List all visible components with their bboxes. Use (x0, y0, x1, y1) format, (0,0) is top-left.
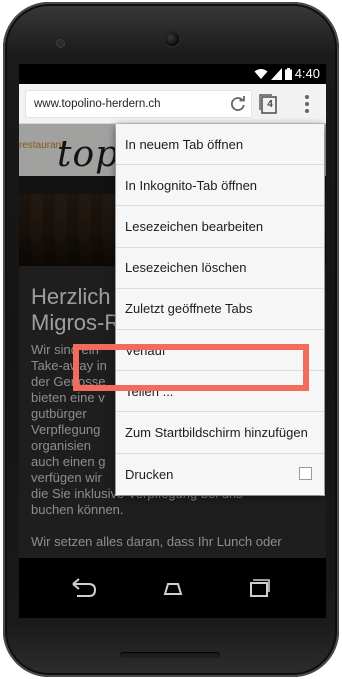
menu-item-label: Drucken (125, 466, 174, 482)
url-bar[interactable]: www.topolino-herdern.ch (25, 90, 252, 118)
tab-switcher-icon[interactable]: 4 (258, 93, 278, 115)
battery-icon (284, 68, 292, 80)
menu-item-label: Zum Startbildschirm hinzufügen (125, 424, 308, 440)
print-checkbox[interactable] (299, 466, 312, 480)
menu-item-delete-bookmark[interactable]: Lesezeichen löschen (116, 248, 324, 289)
highlight-box (73, 344, 309, 391)
screen: 4:40 www.topolino-herdern.ch 4 restauran… (19, 64, 326, 618)
signal-icon (270, 68, 282, 80)
home-icon[interactable] (155, 574, 191, 602)
front-camera (165, 32, 179, 46)
back-icon[interactable] (65, 574, 101, 602)
menu-item-incognito-tab[interactable]: In Inkognito-Tab öffnen (116, 165, 324, 207)
menu-item-edit-bookmark[interactable]: Lesezeichen bearbeiten (116, 206, 324, 248)
menu-item-label: In neuem Tab öffnen (125, 136, 244, 152)
menu-item-print[interactable]: Drucken (116, 454, 324, 495)
url-text: www.topolino-herdern.ch (34, 98, 161, 110)
menu-item-new-tab[interactable]: In neuem Tab öffnen (116, 124, 324, 166)
browser-toolbar: www.topolino-herdern.ch 4 (19, 84, 326, 124)
overflow-menu: In neuem Tab öffnen In Inkognito-Tab öff… (116, 124, 324, 495)
tab-count: 4 (267, 99, 273, 110)
status-bar: 4:40 (19, 64, 326, 84)
overflow-menu-icon[interactable] (301, 94, 313, 114)
menu-item-add-to-homescreen[interactable]: Zum Startbildschirm hinzufügen (116, 412, 324, 454)
menu-item-recent-tabs[interactable]: Zuletzt geöffnete Tabs (116, 289, 324, 330)
speaker-grille (120, 652, 220, 658)
phone-device: 4:40 www.topolino-herdern.ch 4 restauran… (0, 0, 342, 679)
wifi-icon (254, 69, 268, 79)
navigation-bar (19, 558, 326, 618)
status-time: 4:40 (294, 66, 320, 81)
menu-item-label: Lesezeichen löschen (125, 260, 247, 276)
reload-icon[interactable] (229, 95, 247, 113)
recents-icon[interactable] (241, 574, 277, 602)
menu-item-label: In Inkognito-Tab öffnen (125, 177, 258, 193)
sensor-dot (57, 40, 64, 47)
menu-item-label: Lesezeichen bearbeiten (125, 218, 264, 234)
menu-item-label: Zuletzt geöffnete Tabs (125, 301, 253, 317)
